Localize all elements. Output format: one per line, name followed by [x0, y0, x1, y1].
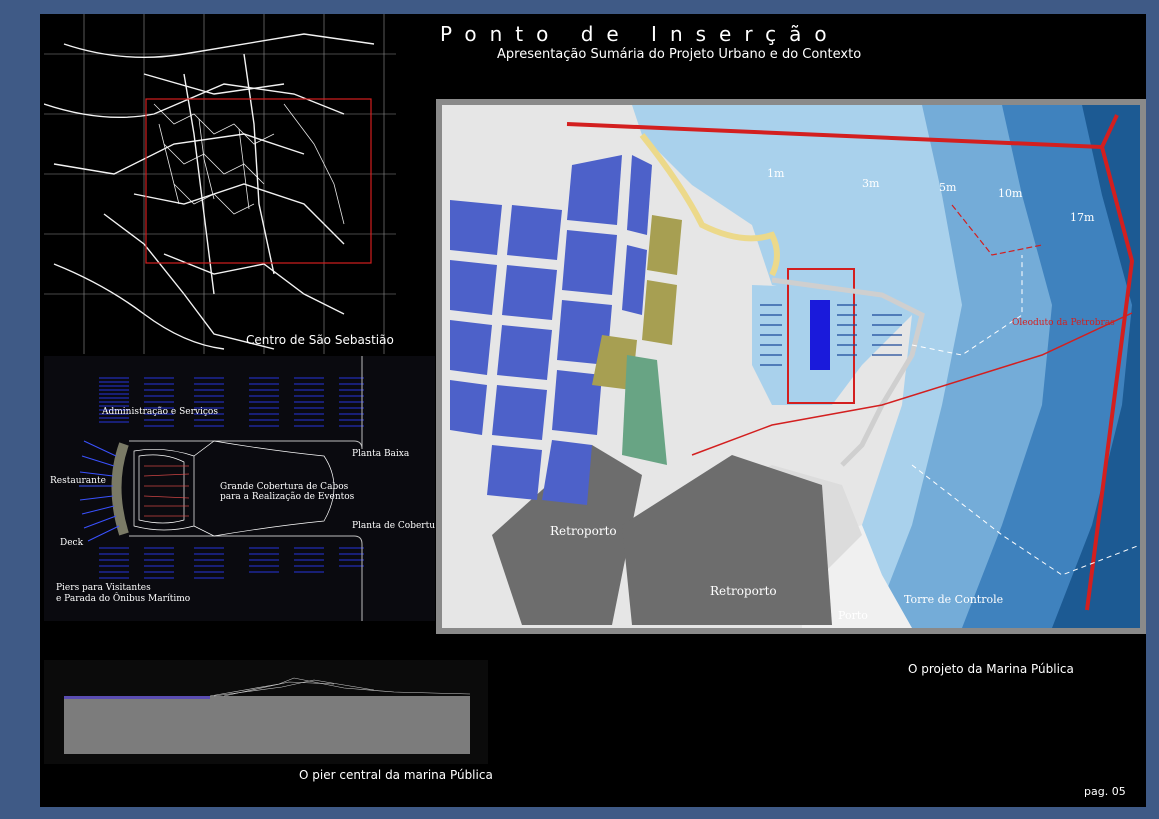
- restaurant-label: Restaurante: [50, 476, 106, 486]
- depth-label-5m: 5m: [939, 181, 957, 194]
- marina-floor-plan: Administração e Serviços Restaurante Dec…: [44, 356, 445, 621]
- cover-label-line1: Grande Cobertura de Cabos: [220, 482, 349, 492]
- plan-low-label: Planta Baixa: [352, 449, 410, 459]
- retroporto-label-2: Retroporto: [710, 584, 777, 598]
- pier-section-svg: [44, 660, 488, 764]
- depth-label-10m: 10m: [998, 187, 1023, 200]
- pier-section-drawing: [44, 660, 488, 764]
- marina-project-map: 1m 3m 5m 10m 17m Retroporto Retroporto P…: [436, 99, 1146, 634]
- page-number: pag. 05: [1084, 785, 1126, 798]
- piers-label-line1: Piers para Visitantes: [56, 583, 151, 593]
- piers-label-line2: e Parada do Ônibus Marítimo: [56, 592, 190, 604]
- cover-label-line2: para a Realização de Eventos: [220, 491, 355, 502]
- pipeline-label: Oleoduto da Petrobras: [1012, 318, 1115, 328]
- plan-cover-label: Planta de Cobertura: [352, 521, 435, 531]
- city-map-drawing: [43, 14, 396, 354]
- city-street-map: [43, 14, 396, 354]
- page-title: Ponto de Inserção: [440, 22, 840, 46]
- marina-map-drawing: 1m 3m 5m 10m 17m Retroporto Retroporto P…: [442, 105, 1140, 628]
- porto-label: Porto: [838, 609, 868, 622]
- depth-label-1m: 1m: [767, 167, 785, 180]
- retroporto-label-1: Retroporto: [550, 524, 617, 538]
- floor-plan-drawing: Administração e Serviços Restaurante Dec…: [44, 356, 445, 621]
- marina-map-caption: O projeto da Marina Pública: [908, 662, 1074, 676]
- city-map-caption: Centro de São Sebastião: [246, 333, 394, 347]
- admin-label: Administração e Serviços: [101, 406, 218, 417]
- page-subtitle: Apresentação Sumária do Projeto Urbano e…: [497, 47, 862, 62]
- control-tower-label: Torre de Controle: [904, 593, 1003, 606]
- central-pier: [810, 300, 830, 370]
- depth-label-3m: 3m: [862, 177, 880, 190]
- deck-label: Deck: [60, 538, 84, 548]
- depth-label-17m: 17m: [1070, 211, 1095, 224]
- pier-section-caption: O pier central da marina Pública: [299, 768, 493, 782]
